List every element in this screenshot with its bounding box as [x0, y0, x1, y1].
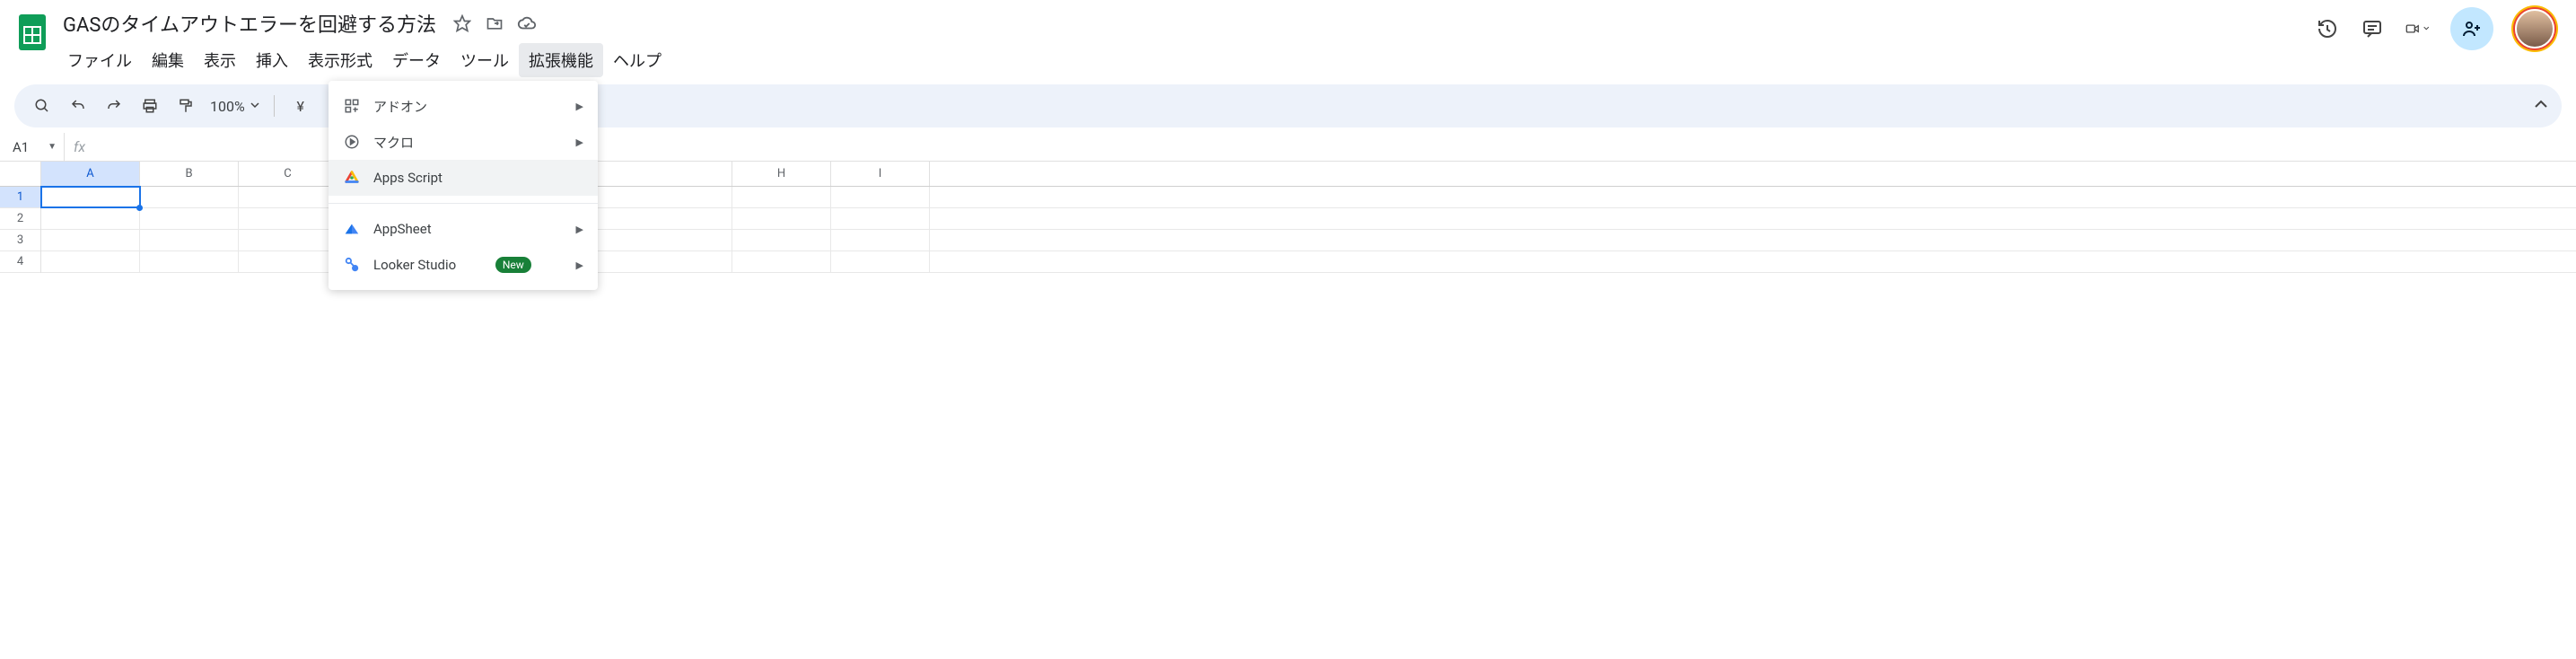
undo-button[interactable]: [63, 92, 93, 120]
zoom-value: 100%: [210, 98, 245, 115]
select-all-corner[interactable]: [0, 162, 40, 187]
looker-icon: [343, 256, 361, 274]
zoom-select[interactable]: 100%: [206, 98, 263, 115]
print-button[interactable]: [135, 92, 165, 120]
name-box[interactable]: A1 ▼: [0, 133, 65, 161]
menu-item-label: Looker Studio: [373, 257, 456, 273]
cell[interactable]: [239, 208, 337, 229]
submenu-arrow-icon: ▶: [576, 101, 583, 112]
collapse-toolbar-button[interactable]: [2533, 98, 2549, 114]
cell[interactable]: [41, 230, 140, 250]
comment-icon[interactable]: [2361, 17, 2384, 40]
cell[interactable]: [732, 187, 831, 207]
menu-file[interactable]: ファイル: [57, 43, 142, 77]
submenu-arrow-icon: ▶: [576, 259, 583, 271]
menu-extensions[interactable]: 拡張機能: [519, 43, 603, 77]
col-header[interactable]: I: [831, 162, 930, 186]
menu-item-looker-studio[interactable]: Looker Studio New ▶: [329, 247, 598, 283]
col-header[interactable]: A: [41, 162, 140, 186]
menu-item-apps-script[interactable]: Apps Script: [329, 160, 598, 196]
row-header[interactable]: 2: [0, 208, 40, 230]
menu-data[interactable]: データ: [382, 43, 451, 77]
menu-view[interactable]: 表示: [194, 43, 246, 77]
appsheet-icon: [343, 220, 361, 238]
new-badge: New: [495, 257, 531, 273]
submenu-arrow-icon: ▶: [576, 224, 583, 235]
col-header[interactable]: C: [239, 162, 337, 186]
currency-button[interactable]: ¥: [285, 92, 316, 120]
doc-title[interactable]: GASのタイムアウトエラーを回避する方法: [57, 7, 442, 40]
cell[interactable]: [732, 208, 831, 229]
menu-insert[interactable]: 挿入: [246, 43, 298, 77]
cell[interactable]: [831, 230, 930, 250]
macros-icon: [343, 133, 361, 151]
chevron-down-icon: ▼: [48, 142, 64, 152]
extensions-dropdown: アドオン ▶ マクロ ▶ Apps Script AppSheet ▶ Look…: [329, 81, 598, 290]
cell[interactable]: [140, 230, 239, 250]
menu-item-appsheet[interactable]: AppSheet ▶: [329, 211, 598, 247]
menu-edit[interactable]: 編集: [142, 43, 194, 77]
menu-item-addons[interactable]: アドオン ▶: [329, 88, 598, 124]
cell[interactable]: [140, 187, 239, 207]
redo-button[interactable]: [99, 92, 129, 120]
cell[interactable]: [140, 251, 239, 272]
menu-item-label: アドオン: [373, 97, 427, 116]
menu-help[interactable]: ヘルプ: [603, 43, 671, 77]
col-header[interactable]: B: [140, 162, 239, 186]
share-button[interactable]: [2450, 7, 2493, 50]
addons-icon: [343, 97, 361, 115]
cell[interactable]: [140, 208, 239, 229]
menu-separator: [329, 203, 598, 204]
col-header[interactable]: H: [732, 162, 831, 186]
cell[interactable]: [831, 208, 930, 229]
cell[interactable]: [41, 187, 140, 207]
account-avatar[interactable]: [2515, 9, 2554, 48]
menu-bar: ファイル 編集 表示 挿入 表示形式 データ ツール 拡張機能 ヘルプ: [57, 40, 671, 83]
cell[interactable]: [239, 230, 337, 250]
cell[interactable]: [732, 251, 831, 272]
history-icon[interactable]: [2316, 17, 2339, 40]
move-icon[interactable]: [485, 13, 504, 33]
paint-format-button[interactable]: [171, 92, 201, 120]
menu-item-label: AppSheet: [373, 221, 432, 237]
menu-item-macros[interactable]: マクロ ▶: [329, 124, 598, 160]
menu-item-label: マクロ: [373, 133, 414, 152]
meet-icon[interactable]: [2405, 17, 2429, 40]
menu-tools[interactable]: ツール: [451, 43, 519, 77]
cell[interactable]: [732, 230, 831, 250]
cloud-status-icon[interactable]: [517, 13, 537, 33]
menu-format[interactable]: 表示形式: [298, 43, 382, 77]
cell[interactable]: [239, 187, 337, 207]
cell[interactable]: [831, 251, 930, 272]
menu-item-label: Apps Script: [373, 170, 442, 186]
row-header[interactable]: 4: [0, 251, 40, 273]
sheets-logo[interactable]: [14, 9, 50, 56]
apps-script-icon: [343, 169, 361, 187]
search-icon[interactable]: [27, 92, 57, 120]
cell[interactable]: [831, 187, 930, 207]
submenu-arrow-icon: ▶: [576, 136, 583, 148]
name-box-value: A1: [13, 139, 29, 155]
cell[interactable]: [41, 208, 140, 229]
cell[interactable]: [239, 251, 337, 272]
star-icon[interactable]: [452, 13, 472, 33]
toolbar-separator: [274, 95, 275, 117]
row-header[interactable]: 3: [0, 230, 40, 251]
row-header[interactable]: 1: [0, 187, 40, 208]
cell[interactable]: [41, 251, 140, 272]
fx-icon: fx: [65, 138, 94, 155]
